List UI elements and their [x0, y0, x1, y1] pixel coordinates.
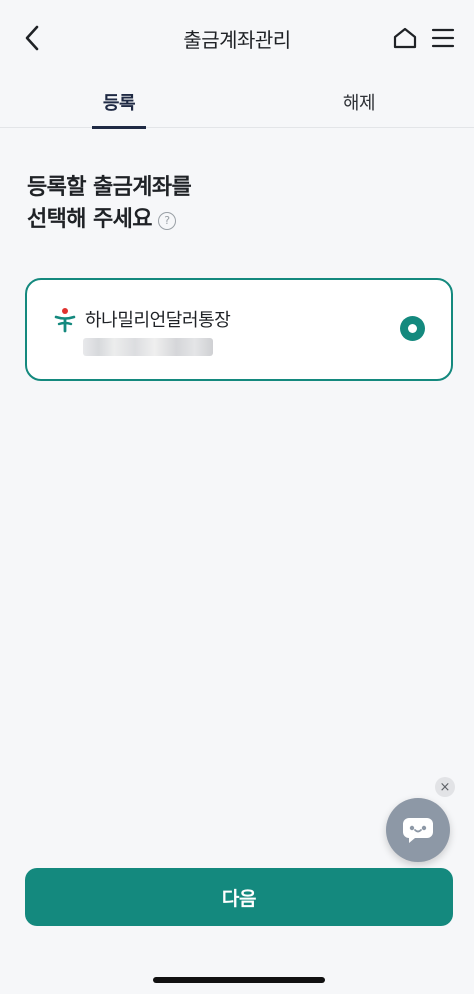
menu-button[interactable]: [426, 21, 460, 55]
account-name: 하나밀리언달러통장: [85, 310, 231, 331]
chatbot-button[interactable]: [386, 798, 450, 862]
header: 출금계좌관리: [0, 0, 474, 76]
back-button[interactable]: [14, 20, 50, 56]
screen: 출금계좌관리 등록 해제 등록할 출금계좌를 선택해 주세요? 하나밀리언달러통…: [0, 0, 474, 994]
home-icon: [393, 27, 417, 49]
next-button[interactable]: 다음: [25, 868, 453, 926]
account-card[interactable]: 하나밀리언달러통장: [25, 278, 453, 381]
account-radio-selected[interactable]: [400, 316, 425, 341]
tab-cancel[interactable]: 해제: [320, 76, 398, 128]
home-indicator: [153, 977, 325, 983]
chatbot-close-button[interactable]: ×: [435, 777, 455, 797]
chat-bubble-icon: [403, 818, 433, 843]
tab-register[interactable]: 등록: [80, 76, 158, 129]
tab-bar: 등록 해제: [0, 76, 474, 129]
home-button[interactable]: [388, 21, 422, 55]
radio-dot: [408, 324, 417, 333]
heading-line-2: 선택해 주세요?: [27, 204, 191, 236]
page-heading: 등록할 출금계좌를 선택해 주세요?: [27, 172, 192, 236]
help-icon[interactable]: ?: [157, 212, 176, 230]
hana-bank-logo-icon: [54, 308, 76, 333]
heading-line-2-text: 선택해 주세요: [27, 207, 153, 232]
heading-line-1: 등록할 출금계좌를: [27, 175, 192, 200]
hamburger-menu-icon: [431, 28, 455, 48]
account-number-masked: [83, 338, 213, 356]
chevron-left-icon: [25, 25, 39, 51]
